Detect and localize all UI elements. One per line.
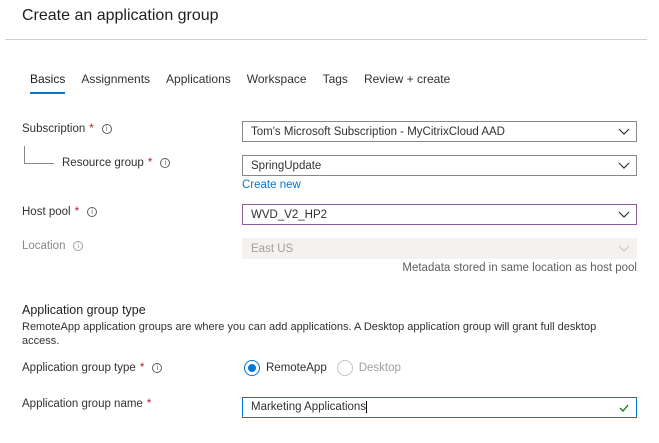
info-icon[interactable]: i (101, 124, 112, 134)
app-group-type-label-text: Application group type (22, 362, 136, 374)
app-group-name-input[interactable]: Marketing Applications (242, 397, 637, 418)
host-pool-dropdown[interactable]: WVD_V2_HP2 (242, 204, 637, 225)
info-icon[interactable]: i (87, 207, 98, 217)
subscription-dropdown[interactable]: Tom's Microsoft Subscription - MyCitrixC… (242, 121, 637, 142)
radio-desktop-label: Desktop (358, 362, 401, 374)
tab-applications[interactable]: Applications (166, 72, 231, 94)
app-group-type-radio-group: RemoteApp Desktop (244, 360, 411, 376)
subscription-label-text: Subscription (22, 123, 86, 135)
resource-group-label-text: Resource group (62, 157, 144, 169)
tab-bar: Basics Assignments Applications Workspac… (30, 72, 466, 94)
resource-group-value: SpringUpdate (251, 159, 322, 172)
app-group-name-text: Marketing Applications (251, 401, 367, 414)
resource-group-dropdown[interactable]: SpringUpdate (242, 155, 637, 176)
chevron-down-icon (612, 205, 636, 224)
host-pool-label: Host pool * i (22, 206, 98, 218)
title-divider (5, 39, 647, 40)
chevron-down-icon (612, 122, 636, 141)
required-marker: * (74, 206, 80, 218)
required-marker: * (146, 398, 152, 410)
section-title: Application group type (22, 303, 146, 317)
host-pool-value: WVD_V2_HP2 (251, 208, 328, 221)
text-cursor (366, 401, 368, 414)
location-dropdown: East US (242, 238, 637, 259)
chevron-down-icon (612, 239, 636, 258)
radio-unchecked-icon (336, 360, 353, 376)
tree-connector (24, 146, 54, 164)
radio-desktop: Desktop (336, 360, 401, 376)
host-pool-label-text: Host pool (22, 206, 71, 218)
page-title: Create an application group (22, 7, 219, 24)
subscription-value: Tom's Microsoft Subscription - MyCitrixC… (251, 125, 505, 138)
app-group-name-label-text: Application group name (22, 398, 143, 410)
info-icon: i (73, 241, 84, 251)
tab-tags[interactable]: Tags (323, 72, 348, 94)
radio-remoteapp-label: RemoteApp (266, 362, 327, 374)
info-icon[interactable]: i (152, 363, 163, 373)
location-label-text: Location (22, 240, 66, 252)
section-description: RemoteApp application groups are where y… (22, 321, 597, 347)
location-label: Location i (22, 240, 84, 252)
app-group-name-label: Application group name * (22, 398, 151, 410)
app-group-type-label: Application group type * i (22, 362, 163, 374)
tab-assignments[interactable]: Assignments (81, 72, 150, 94)
required-marker: * (139, 362, 145, 374)
tab-workspace[interactable]: Workspace (247, 72, 307, 94)
checkmark-icon (612, 404, 636, 412)
radio-remoteapp[interactable]: RemoteApp (244, 360, 327, 376)
location-value: East US (251, 242, 294, 255)
app-group-name-value: Marketing Applications (251, 401, 612, 414)
chevron-down-icon (612, 156, 636, 175)
radio-checked-icon (244, 360, 260, 376)
tab-basics[interactable]: Basics (30, 72, 66, 94)
location-hint: Metadata stored in same location as host… (402, 262, 637, 274)
required-marker: * (89, 123, 94, 135)
resource-group-label: Resource group * i (62, 157, 171, 169)
create-new-link[interactable]: Create new (242, 179, 301, 191)
required-marker: * (147, 157, 153, 169)
subscription-label: Subscription * i (22, 123, 112, 135)
info-icon[interactable]: i (160, 158, 171, 168)
tab-review-create[interactable]: Review + create (364, 72, 450, 94)
